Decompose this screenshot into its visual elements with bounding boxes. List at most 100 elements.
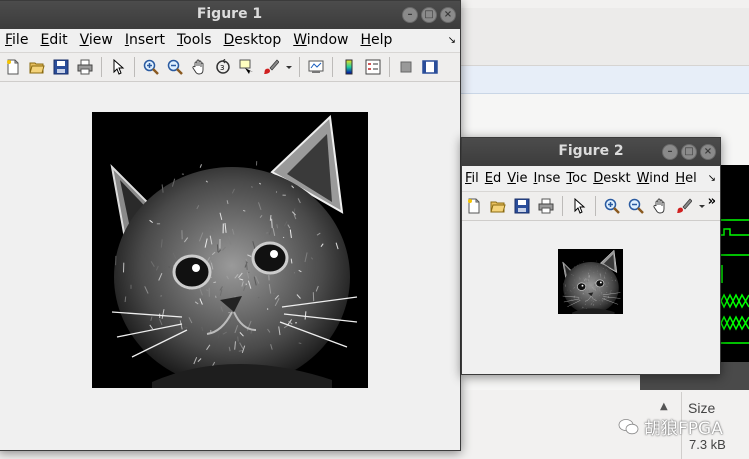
menu-label-rest: d [493,170,502,186]
menu-label-rest: iew [88,32,113,48]
menu-label-rest: oc [572,170,588,186]
minimize-button[interactable]: – [662,144,678,160]
brush-icon[interactable] [261,56,281,78]
toolbar-separator [595,196,596,216]
figure-2-canvas [462,222,720,374]
hide-plot-tools-icon[interactable] [396,56,416,78]
menu-help[interactable]: Help [354,32,398,48]
menu-mnemonic: D [223,32,235,48]
menu-mnemonic: E [484,170,493,186]
save-icon[interactable] [512,195,532,217]
menu-label-rest: ools [183,32,212,48]
menu-window[interactable]: Window [287,32,354,48]
figure-2-toolbar: » [462,191,720,221]
zoom-out-icon[interactable] [165,56,185,78]
print-icon[interactable] [75,56,95,78]
menu-mnemonic: W [293,32,307,48]
link-plot-icon[interactable] [306,56,326,78]
legend-icon[interactable] [363,56,383,78]
colorbar-icon[interactable] [339,56,359,78]
file-size-value: 7.3 kB [689,437,726,452]
zoom-in-icon[interactable] [141,56,161,78]
menu-label-rest: ile [12,32,29,48]
new-figure-icon[interactable] [3,56,23,78]
dropdown-arrow-icon[interactable] [285,56,293,78]
toolbar-separator [299,57,300,77]
menu-label-rest: nse [537,170,561,186]
menu-insert[interactable]: Insert [119,32,171,48]
menu-label-rest: ie [515,170,528,186]
close-button[interactable]: × [440,7,456,23]
menu-label-rest: ind [649,170,670,186]
menu-fil[interactable]: Fil [462,171,482,186]
kitten-image-small [558,249,623,314]
dropdown-arrow-icon[interactable] [698,195,706,217]
menu-mnemonic: F [5,32,13,48]
figure-2-menubar: Fil Ed Vie Inse Toc Deskt Wind Hel ↘ [462,166,720,190]
new-figure-icon[interactable] [464,195,484,217]
menu-label-rest: nsert [128,32,165,48]
zoom-out-icon[interactable] [626,195,646,217]
maximize-button[interactable]: □ [421,7,437,23]
menu-label-rest: dit [49,32,68,48]
toolbar-separator [134,57,135,77]
watermark-text: 胡狼FPGA [644,419,723,439]
menu-vie[interactable]: Vie [504,171,530,186]
toolbar-overflow-icon[interactable]: » [708,194,716,209]
menu-label-rest: il [471,170,479,186]
figure-2-titlebar[interactable]: Figure 2 – □ × [462,138,720,166]
menu-mnemonic: W [636,170,650,186]
window-title: Figure 1 [196,6,263,22]
window-title: Figure 2 [558,143,624,159]
menu-wind[interactable]: Wind [634,171,673,186]
toolbar-separator [562,196,563,216]
figure-2-window[interactable]: Figure 2 – □ × Fil Ed Vie Inse Toc Deskt Wind H… [461,137,721,375]
sort-arrow-icon[interactable]: ▲ [660,401,668,412]
menu-edit[interactable]: Edit [34,32,73,48]
background-toolbar-strip [461,8,749,66]
menu-label-rest: indow [306,32,349,48]
menu-mnemonic: H [675,170,686,186]
print-icon[interactable] [536,195,556,217]
menu-label-rest: eskt [603,170,631,186]
menu-hel[interactable]: Hel [672,171,699,186]
menu-ed[interactable]: Ed [482,171,504,186]
rotate-3d-icon[interactable]: 3 [213,56,233,78]
menu-toc[interactable]: Toc [563,171,590,186]
menu-view[interactable]: View [74,32,119,48]
maximize-button[interactable]: □ [681,144,697,160]
menu-desktop[interactable]: Desktop [218,32,288,48]
menu-inse[interactable]: Inse [531,171,564,186]
figure-1-window[interactable]: Figure 1 – □ × File Edit View Insert Tools De… [0,0,461,451]
save-icon[interactable] [51,56,71,78]
close-button[interactable]: × [700,144,716,160]
pan-hand-icon[interactable] [189,56,209,78]
open-file-icon[interactable] [488,195,508,217]
toolbar-separator [389,57,390,77]
menu-overflow-icon[interactable]: ↘ [448,35,456,46]
menu-mnemonic: D [593,170,604,186]
open-file-icon[interactable] [27,56,47,78]
figure-1-menubar: File Edit View Insert Tools Desktop Window Help… [0,29,460,51]
menu-mnemonic: V [507,170,516,186]
figure-1-canvas [0,83,460,450]
menu-label-rest: el [685,170,697,186]
menu-file[interactable]: File [0,32,34,48]
waveform-view [718,165,749,390]
show-plot-tools-icon[interactable] [420,56,440,78]
figure-1-titlebar[interactable]: Figure 1 – □ × [0,1,460,29]
minimize-button[interactable]: – [402,7,418,23]
menu-overflow-icon[interactable]: ↘ [708,173,716,184]
pan-hand-icon[interactable] [650,195,670,217]
data-cursor-icon[interactable] [237,56,257,78]
zoom-in-icon[interactable] [602,195,622,217]
background-highlight-row [461,66,749,94]
brush-icon[interactable] [674,195,694,217]
pointer-icon[interactable] [569,195,589,217]
menu-mnemonic: V [79,32,89,48]
menu-deskt[interactable]: Deskt [590,171,633,186]
kitten-image-large [92,112,368,388]
toolbar-separator [332,57,333,77]
menu-tools[interactable]: Tools [171,32,218,48]
pointer-icon[interactable] [108,56,128,78]
